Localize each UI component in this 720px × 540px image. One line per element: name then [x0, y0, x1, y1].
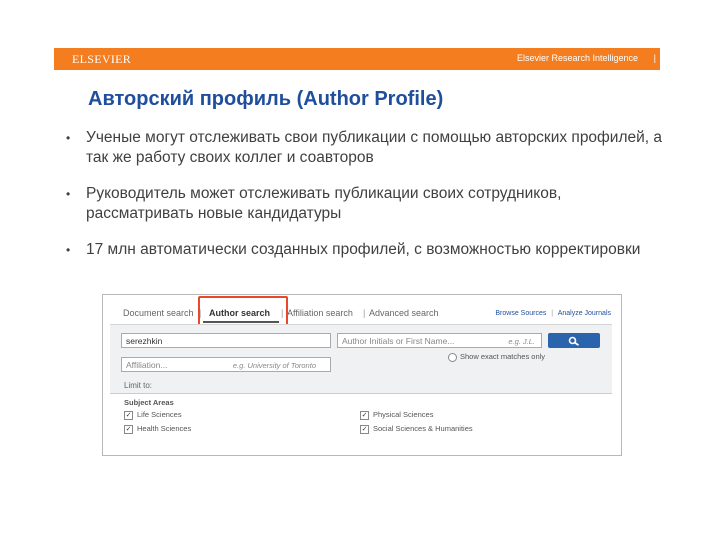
- affiliation-example: e.g. University of Toronto: [232, 361, 316, 370]
- bullet-list: • Ученые могут отслеживать свои публикац…: [66, 128, 666, 276]
- banner-subtitle: Elsevier Research Intelligence: [516, 53, 638, 63]
- initials-placeholder: Author Initials or First Name...: [342, 336, 455, 346]
- bullet-text: Ученые могут отслеживать свои публикации…: [86, 129, 663, 166]
- affiliation-input[interactable]: Affiliation... e.g. University of Toront…: [121, 357, 331, 372]
- bullet-dot: •: [66, 243, 71, 257]
- subject-label: Life Sciences: [137, 410, 182, 419]
- subject-social-sciences[interactable]: ✓ Social Sciences & Humanities: [360, 424, 473, 434]
- subject-label: Physical Sciences: [373, 410, 434, 419]
- tab-separator: |: [363, 308, 366, 318]
- analyze-journals-link[interactable]: Analyze Journals: [558, 310, 611, 317]
- top-links: Browse Sources | Analyze Journals: [495, 310, 611, 317]
- tab-document-search[interactable]: Document search: [123, 308, 194, 318]
- magnifier-icon: [568, 336, 580, 346]
- initials-input[interactable]: Author Initials or First Name... e.g. J.…: [337, 333, 542, 348]
- search-button[interactable]: [548, 333, 600, 348]
- health-sciences-checkbox[interactable]: ✓: [124, 424, 133, 434]
- life-sciences-checkbox[interactable]: ✓: [124, 410, 133, 420]
- exact-match-radio[interactable]: [448, 352, 457, 362]
- search-form-panel: serezhkin Author Initials or First Name.…: [110, 324, 612, 451]
- subject-physical-sciences[interactable]: ✓ Physical Sciences: [360, 410, 433, 420]
- tab-advanced-search[interactable]: Advanced search: [369, 308, 439, 318]
- link-separator: |: [551, 310, 554, 317]
- last-name-value: serezhkin: [126, 336, 163, 346]
- tab-affiliation-search[interactable]: Affiliation search: [287, 308, 353, 318]
- bullet-item: • Руководитель может отслеживать публика…: [66, 184, 666, 224]
- subject-label: Social Sciences & Humanities: [373, 424, 473, 433]
- subject-areas-title: Subject Areas: [124, 398, 174, 407]
- social-sciences-checkbox[interactable]: ✓: [360, 424, 369, 434]
- elsevier-banner: ELSEVIER Elsevier Research Intelligence …: [54, 48, 660, 70]
- exact-match-label: Show exact matches only: [460, 352, 546, 361]
- banner-mark: |: [653, 53, 656, 63]
- elsevier-logo: ELSEVIER: [72, 52, 132, 66]
- bullet-text: 17 млн автоматически созданных профилей,…: [86, 241, 641, 258]
- browse-sources-link[interactable]: Browse Sources: [495, 310, 546, 317]
- physical-sciences-checkbox[interactable]: ✓: [360, 410, 369, 420]
- bullet-item: • Ученые могут отслеживать свои публикац…: [66, 128, 666, 168]
- exact-match-option[interactable]: Show exact matches only: [448, 352, 545, 362]
- subject-label: Health Sciences: [137, 424, 192, 433]
- bullet-item: • 17 млн автоматически созданных профиле…: [66, 240, 666, 260]
- subject-health-sciences[interactable]: ✓ Health Sciences: [124, 424, 191, 434]
- initials-example: e.g. J.L.: [508, 337, 535, 346]
- limit-to-label: Limit to:: [124, 381, 153, 390]
- bullet-dot: •: [66, 131, 71, 145]
- bullet-dot: •: [66, 187, 71, 201]
- affiliation-placeholder: Affiliation...: [126, 360, 168, 370]
- slide-title: Авторский профиль (Author Profile): [88, 88, 444, 110]
- bullet-text: Руководитель может отслеживать публикаци…: [86, 185, 562, 222]
- subject-life-sciences[interactable]: ✓ Life Sciences: [124, 410, 182, 420]
- subject-areas-box: Subject Areas ✓ Life Sciences ✓ Physical S…: [110, 393, 612, 451]
- scopus-search-screenshot: Document search | Author search | Affili…: [102, 294, 622, 456]
- last-name-input[interactable]: serezhkin: [121, 333, 331, 348]
